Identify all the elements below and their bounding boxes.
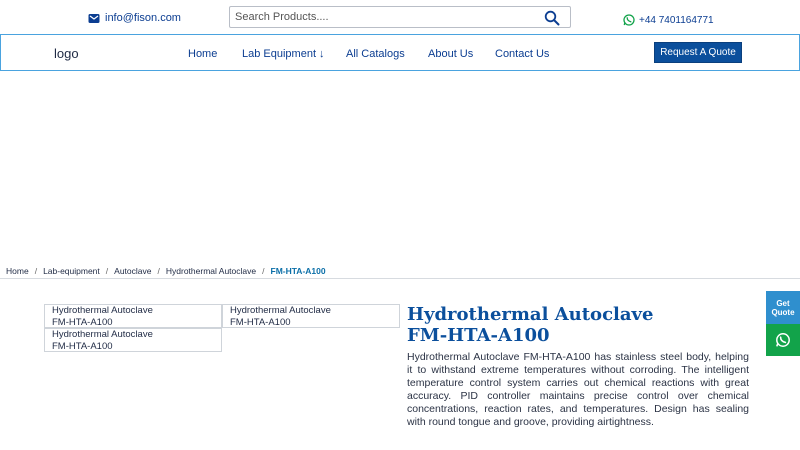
whatsapp-floating-button[interactable] <box>766 324 800 356</box>
product-title: Hydrothermal Autoclave FM-HTA-A100 <box>407 304 757 346</box>
breadcrumb-current: FM-HTA-A100 <box>270 266 326 276</box>
get-quote-floating-button[interactable]: Get Quote <box>766 291 800 324</box>
search-icon <box>544 10 560 26</box>
product-thumbnail[interactable]: Hydrothermal Autoclave FM-HTA-A100 <box>222 304 400 328</box>
breadcrumb-separator: / <box>157 266 160 276</box>
thumbnail-caption: Hydrothermal Autoclave <box>52 329 153 340</box>
thumbnail-model: FM-HTA-A100 <box>230 317 291 328</box>
email-text: info@fison.com <box>105 12 181 24</box>
top-bar: info@fison.com +44 7401164771 <box>0 0 800 34</box>
envelope-icon <box>88 13 100 23</box>
breadcrumb-separator: / <box>34 266 38 276</box>
breadcrumb-separator: / <box>262 266 265 276</box>
breadcrumb: Home / Lab-equipment / Autoclave / Hydro… <box>6 266 326 276</box>
breadcrumb-divider <box>0 278 800 279</box>
nav-item-all-catalogs[interactable]: All Catalogs <box>346 48 405 60</box>
thumbnail-model: FM-HTA-A100 <box>52 341 113 352</box>
product-thumbnail[interactable]: Hydrothermal Autoclave FM-HTA-A100 <box>44 328 222 352</box>
product-title-name: Hydrothermal Autoclave <box>407 304 654 325</box>
nav-item-home[interactable]: Home <box>188 48 217 60</box>
thumbnail-caption: Hydrothermal Autoclave <box>52 305 153 316</box>
search-input[interactable] <box>230 7 540 27</box>
whatsapp-icon <box>623 14 635 26</box>
product-description: Hydrothermal Autoclave FM-HTA-A100 has s… <box>407 351 749 428</box>
breadcrumb-item-hydrothermal-autoclave[interactable]: Hydrothermal Autoclave <box>166 266 256 276</box>
breadcrumb-item-home[interactable]: Home <box>6 266 29 276</box>
search-box <box>229 6 571 28</box>
get-quote-label-line2: Quote <box>771 307 795 317</box>
nav-item-about-us[interactable]: About Us <box>428 48 473 60</box>
thumbnail-caption: Hydrothermal Autoclave <box>230 305 331 316</box>
site-logo[interactable]: logo <box>54 46 79 61</box>
search-button[interactable] <box>544 10 560 26</box>
breadcrumb-separator: / <box>105 266 109 276</box>
email-link[interactable]: info@fison.com <box>88 12 181 24</box>
get-quote-label-line1: Get <box>776 298 790 308</box>
whatsapp-icon <box>776 333 790 347</box>
nav-item-lab-equipment[interactable]: Lab Equipment ↓ <box>242 48 325 60</box>
product-title-model: FM-HTA-A100 <box>407 325 550 346</box>
request-quote-button[interactable]: Request A Quote <box>654 42 742 63</box>
breadcrumb-item-autoclave[interactable]: Autoclave <box>114 266 151 276</box>
nav-item-contact-us[interactable]: Contact Us <box>495 48 549 60</box>
phone-link[interactable]: +44 7401164771 <box>623 14 714 26</box>
breadcrumb-item-lab-equipment[interactable]: Lab-equipment <box>43 266 100 276</box>
product-thumbnail[interactable]: Hydrothermal Autoclave FM-HTA-A100 <box>44 304 222 328</box>
phone-text: +44 7401164771 <box>639 14 714 26</box>
main-navigation: logo Home Lab Equipment ↓ All Catalogs A… <box>0 34 800 71</box>
